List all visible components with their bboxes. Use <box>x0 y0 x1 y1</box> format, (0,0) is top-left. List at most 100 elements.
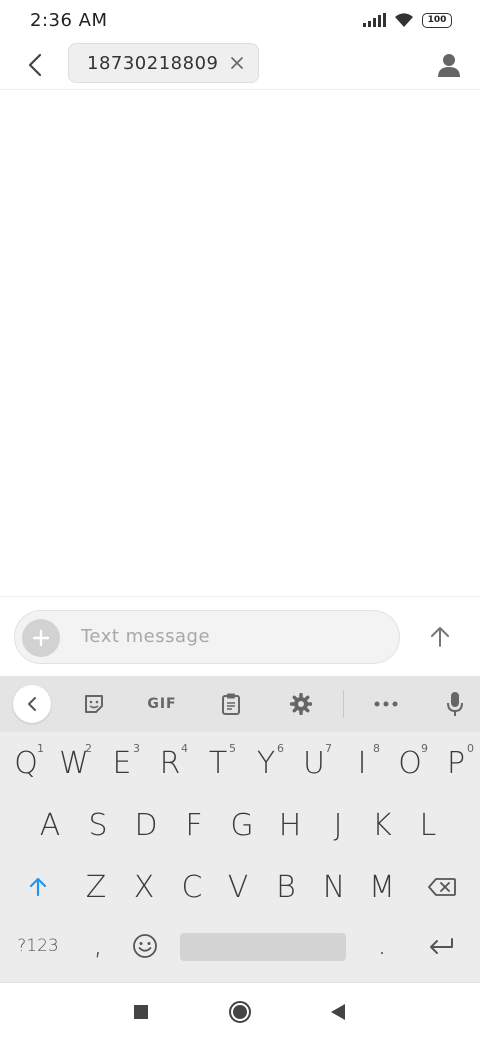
shift-key[interactable] <box>14 862 62 912</box>
message-list[interactable] <box>0 91 480 596</box>
more-options-button[interactable] <box>367 685 405 723</box>
send-button[interactable] <box>420 617 460 657</box>
keyboard: G I F Q 1 W 2 E 3 R 4 T 5 Y 6 U 7 I 8 O 9 … <box>0 676 480 982</box>
key-z[interactable]: Z <box>72 862 120 912</box>
key-v[interactable]: V <box>214 862 262 912</box>
key-y[interactable]: Y6 <box>242 738 290 788</box>
key-q[interactable]: Q1 <box>2 738 50 788</box>
key-m[interactable]: M <box>358 862 406 912</box>
backspace-icon <box>428 878 456 896</box>
key-l[interactable]: L <box>404 800 452 850</box>
toolbar-divider <box>343 690 344 718</box>
emoji-key[interactable] <box>124 924 166 968</box>
collapse-toolbar-button[interactable] <box>13 685 51 723</box>
close-icon <box>231 57 243 69</box>
key-w[interactable]: W2 <box>50 738 98 788</box>
gif-label: GIF <box>147 696 177 712</box>
conversation-header: 18730218809 <box>0 42 480 90</box>
compose-bar: Text message <box>0 596 480 676</box>
key-s[interactable]: S <box>74 800 122 850</box>
key-o[interactable]: O9 <box>386 738 434 788</box>
key-n[interactable]: N <box>310 862 358 912</box>
period-key[interactable]: . <box>362 922 402 966</box>
system-back-button[interactable] <box>323 997 353 1027</box>
key-p[interactable]: P0 <box>432 738 480 788</box>
key-label: R <box>159 745 181 781</box>
contact-icon <box>438 54 460 77</box>
key-u[interactable]: U7 <box>290 738 338 788</box>
remove-recipient-button[interactable] <box>227 53 247 73</box>
clipboard-icon <box>222 693 240 715</box>
message-input[interactable]: Text message <box>14 610 400 664</box>
key-label: O <box>398 745 422 781</box>
key-label: I <box>357 745 367 781</box>
back-arrow-icon <box>28 53 42 77</box>
keyboard-settings-button[interactable] <box>282 685 320 723</box>
key-hint: 2 <box>85 742 92 755</box>
key-j[interactable]: J <box>314 800 362 850</box>
key-hint: 5 <box>229 742 236 755</box>
key-label: E <box>112 745 132 781</box>
key-hint: 1 <box>37 742 44 755</box>
attach-button[interactable] <box>22 619 60 657</box>
recipient-chip[interactable]: 18730218809 <box>68 43 259 83</box>
key-f[interactable]: F <box>170 800 218 850</box>
gif-button[interactable]: GIF <box>142 685 182 723</box>
key-t[interactable]: T5 <box>194 738 242 788</box>
key-r[interactable]: R4 <box>146 738 194 788</box>
recents-button[interactable] <box>126 997 156 1027</box>
key-x[interactable]: X <box>120 862 168 912</box>
keyboard-toolbar: GIF <box>0 676 480 732</box>
key-k[interactable]: K <box>358 800 406 850</box>
key-label: P <box>446 745 466 781</box>
status-time: 2:36 AM <box>30 10 108 31</box>
more-icon <box>374 701 398 707</box>
shift-arrow-icon <box>29 877 47 897</box>
key-label: Q <box>14 745 38 781</box>
key-hint: 6 <box>277 742 284 755</box>
key-label: Y <box>256 745 276 781</box>
key-hint: 8 <box>373 742 380 755</box>
collapse-icon <box>28 697 36 711</box>
recipient-number: 18730218809 <box>87 53 219 74</box>
key-hint: 3 <box>133 742 140 755</box>
backspace-key[interactable] <box>416 862 468 912</box>
key-hint: 0 <box>467 742 474 755</box>
key-label: U <box>303 745 325 781</box>
home-button[interactable] <box>225 997 255 1027</box>
sticker-button[interactable] <box>75 685 113 723</box>
status-bar: 2:36 AM 100 <box>0 0 480 42</box>
back-button[interactable] <box>18 48 52 82</box>
status-icons: 100 <box>363 12 452 28</box>
recents-icon <box>134 1005 148 1019</box>
voice-input-button[interactable] <box>436 685 474 723</box>
key-e[interactable]: E3 <box>98 738 146 788</box>
settings-icon <box>290 693 312 715</box>
signal-icon <box>363 13 386 27</box>
key-h[interactable]: H <box>266 800 314 850</box>
symbols-key[interactable]: ?123 <box>8 924 68 968</box>
message-placeholder: Text message <box>81 626 211 647</box>
send-arrow-icon <box>431 627 449 647</box>
navigation-bar <box>0 982 480 1040</box>
sticker-icon <box>85 695 103 713</box>
plus-icon <box>32 629 50 647</box>
contact-button[interactable] <box>432 48 466 82</box>
key-c[interactable]: C <box>168 862 216 912</box>
enter-icon <box>430 938 453 954</box>
key-b[interactable]: B <box>262 862 310 912</box>
key-hint: 9 <box>421 742 428 755</box>
back-icon <box>331 1004 345 1020</box>
key-i[interactable]: I8 <box>338 738 386 788</box>
enter-key[interactable] <box>418 924 464 968</box>
battery-icon: 100 <box>422 12 452 28</box>
key-hint: 4 <box>181 742 188 755</box>
key-label: T <box>208 745 228 781</box>
key-g[interactable]: G <box>218 800 266 850</box>
clipboard-button[interactable] <box>212 685 250 723</box>
emoji-icon <box>133 934 157 958</box>
comma-key[interactable]: , <box>78 922 118 966</box>
space-key[interactable] <box>180 933 346 961</box>
key-a[interactable]: A <box>26 800 74 850</box>
key-d[interactable]: D <box>122 800 170 850</box>
